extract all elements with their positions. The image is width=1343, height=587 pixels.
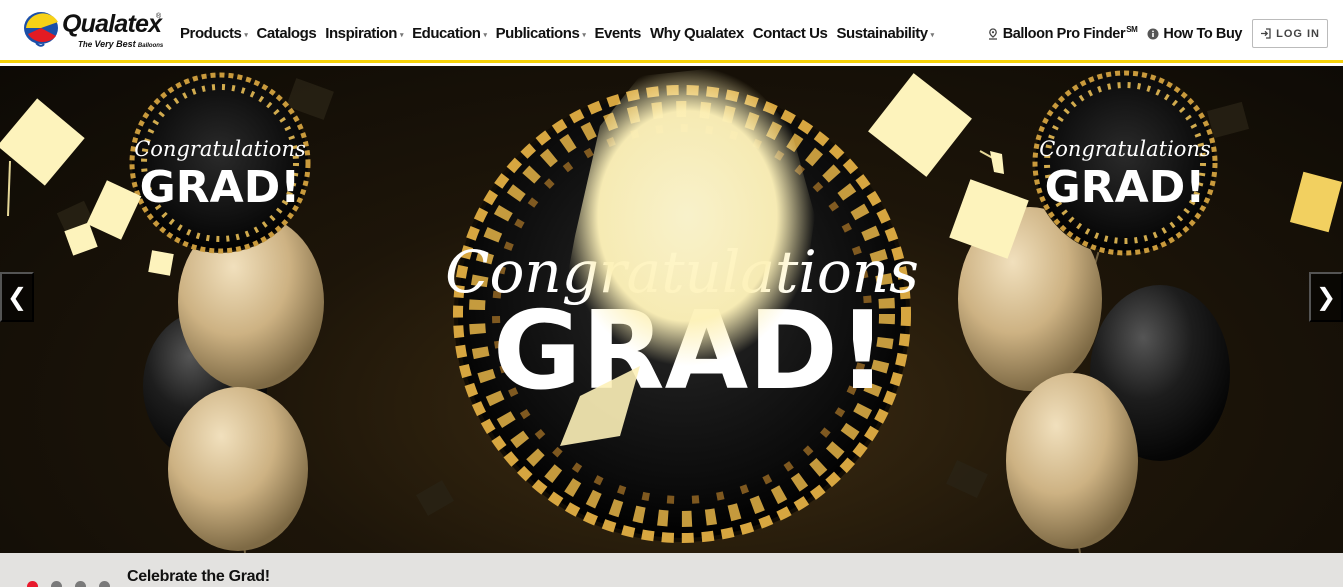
slider-dot-3[interactable] — [75, 581, 86, 587]
nav-item-label: Education — [412, 24, 481, 42]
left-balloon-text-line1: Congratulations — [134, 137, 306, 161]
balloon-pro-finder-link[interactable]: Balloon Pro Finder SM — [987, 25, 1138, 42]
login-icon — [1261, 28, 1271, 39]
logo-wordmark: Qualatex — [62, 10, 162, 38]
nav-item-catalogs[interactable]: Catalogs — [257, 25, 317, 42]
hero-slider: Congratulations GRAD! Congratulations GR… — [0, 66, 1343, 553]
nav-item-label: Sustainability — [836, 24, 928, 42]
chevron-left-icon: ❮ — [6, 283, 28, 311]
right-balloon-text-line1: Congratulations — [1039, 137, 1211, 161]
nav-item-education[interactable]: Education ▾ — [412, 25, 487, 42]
nav-item-label: Contact Us — [752, 24, 828, 42]
nav-item-label: Events — [594, 24, 641, 42]
slider-dot-1[interactable] — [27, 581, 38, 587]
right-balloon-text-line2: GRAD! — [1045, 162, 1206, 213]
nav-item-events[interactable]: Events — [594, 25, 641, 42]
caret-down-icon: ▾ — [244, 31, 248, 39]
logo-trademark: ® — [156, 13, 162, 20]
slider-dot-4[interactable] — [99, 581, 110, 587]
main-nav: Products ▾ Catalogs Inspiration ▾ Education ▾ P… — [180, 22, 943, 44]
balloon-logo-icon — [24, 12, 58, 47]
tagline-suffix: Balloons — [137, 43, 164, 49]
utility-nav: Balloon Pro Finder SM How To Buy LOG IN — [987, 19, 1328, 48]
nav-item-label: Products — [180, 24, 242, 42]
tagline-emphasis: Very Best — [94, 39, 136, 49]
tagline-prefix: The — [78, 40, 93, 49]
nav-item-publications[interactable]: Publications ▾ — [496, 25, 586, 42]
logo-tagline: The Very Best Balloons — [78, 39, 163, 49]
map-pin-icon — [988, 27, 997, 40]
nav-item-label: Inspiration — [325, 24, 397, 42]
finder-label: Balloon Pro Finder — [1002, 25, 1126, 42]
nav-item-why-qualatex[interactable]: Why Qualatex — [650, 25, 744, 42]
site-header: Qualatex ® The Very Best Balloons Produc… — [0, 0, 1343, 63]
caret-down-icon: ▾ — [930, 31, 935, 39]
info-icon — [1147, 28, 1159, 39]
nav-item-label: Catalogs — [256, 24, 317, 42]
slider-pagination — [27, 581, 123, 587]
how-to-buy-link[interactable]: How To Buy — [1147, 25, 1243, 42]
left-balloon-text-line2: GRAD! — [140, 162, 301, 213]
nav-item-inspiration[interactable]: Inspiration ▾ — [325, 25, 403, 42]
login-button[interactable]: LOG IN — [1252, 19, 1328, 48]
nav-item-contact-us[interactable]: Contact Us — [753, 25, 828, 42]
nav-item-sustainability[interactable]: Sustainability ▾ — [836, 24, 935, 42]
qualatex-logo[interactable]: Qualatex ® The Very Best Balloons — [22, 8, 164, 52]
how-to-buy-label: How To Buy — [1163, 25, 1243, 42]
caret-down-icon: ▾ — [483, 31, 488, 39]
chevron-right-icon: ❯ — [1315, 283, 1337, 311]
login-label: LOG IN — [1276, 27, 1320, 40]
nav-item-label: Why Qualatex — [649, 24, 744, 42]
hero-slide-image: Congratulations GRAD! Congratulations GR… — [0, 66, 1343, 553]
nav-item-products[interactable]: Products ▾ — [180, 25, 248, 42]
caret-down-icon: ▾ — [399, 31, 404, 39]
nav-item-label: Publications — [495, 24, 580, 42]
slide-caption: Celebrate the Grad! — [127, 568, 270, 585]
slider-dot-2[interactable] — [51, 581, 62, 587]
slider-next-button[interactable]: ❯ — [1309, 272, 1343, 322]
slider-prev-button[interactable]: ❮ — [0, 272, 34, 322]
finder-service-mark: SM — [1126, 25, 1138, 34]
caret-down-icon: ▾ — [582, 31, 586, 39]
slider-caption-bar: Celebrate the Grad! — [0, 553, 1343, 587]
